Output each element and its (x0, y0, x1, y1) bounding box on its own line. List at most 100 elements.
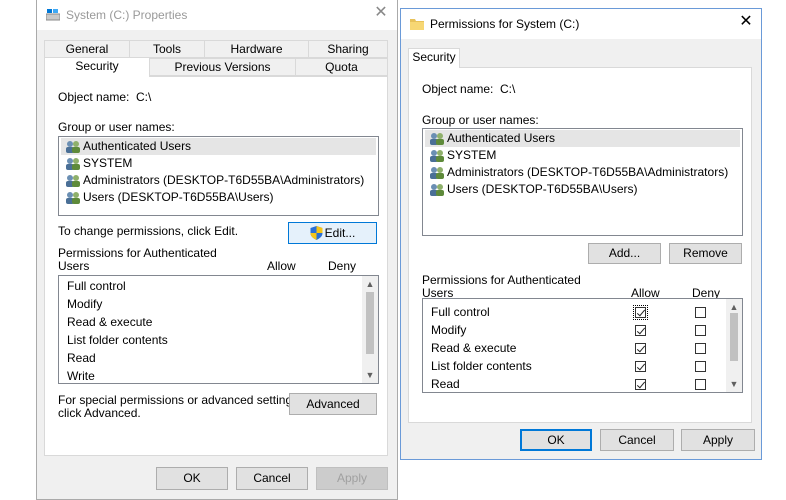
tab-security[interactable]: Security (44, 57, 150, 77)
full-control-allow-checkbox[interactable] (633, 305, 648, 320)
list-item[interactable]: Authenticated Users (61, 138, 376, 155)
list-item[interactable]: SYSTEM (425, 147, 740, 164)
user-name: Users (DESKTOP-T6D55BA\Users) (83, 190, 274, 204)
read-execute-allow-checkbox[interactable] (635, 343, 646, 354)
users-icon (430, 184, 444, 196)
permission-row: List folder contents (431, 359, 532, 373)
remove-button[interactable]: Remove (669, 243, 742, 264)
users-icon (66, 158, 80, 170)
perm-header-line2: Users (58, 259, 90, 273)
security-panel: Object name: C:\ Group or user names: Au… (408, 67, 752, 423)
tab-general[interactable]: General (44, 40, 130, 58)
scroll-down-icon[interactable]: ▼ (727, 378, 741, 390)
shield-icon (310, 226, 323, 240)
apply-button[interactable]: Apply (681, 429, 755, 451)
special-hint-line2: click Advanced. (58, 406, 141, 420)
cancel-button[interactable]: Cancel (600, 429, 674, 451)
user-name: Administrators (DESKTOP-T6D55BA\Administ… (447, 165, 729, 179)
user-name: SYSTEM (447, 148, 497, 162)
read-execute-deny-checkbox[interactable] (695, 343, 706, 354)
user-name: Authenticated Users (447, 131, 556, 145)
permission-row: Modify (67, 297, 103, 311)
add-button[interactable]: Add... (588, 243, 661, 264)
drive-icon (46, 9, 60, 21)
permission-row: Full control (67, 279, 126, 293)
object-name-value: C:\ (136, 90, 152, 104)
object-name-label: Object name: (58, 90, 130, 104)
permissions-titlebar[interactable]: Permissions for System (C:) ✕ (401, 9, 761, 39)
read-deny-checkbox[interactable] (695, 379, 706, 390)
deny-header: Deny (328, 259, 357, 273)
security-panel: Object name: C:\ Group or user names: Au… (44, 76, 388, 456)
modify-allow-checkbox[interactable] (635, 325, 646, 336)
user-name: Administrators (DESKTOP-T6D55BA\Administ… (83, 173, 365, 187)
object-name-value: C:\ (500, 82, 516, 96)
permission-row: Read (67, 351, 96, 365)
users-icon (430, 133, 444, 145)
properties-close-icon[interactable]: ✕ (371, 4, 391, 22)
group-label: Group or user names: (58, 120, 175, 134)
users-icon (66, 192, 80, 204)
tab-sharing[interactable]: Sharing (308, 40, 388, 58)
tab-tools[interactable]: Tools (129, 40, 205, 58)
tab-security[interactable]: Security (408, 48, 460, 68)
list-item[interactable]: Administrators (DESKTOP-T6D55BA\Administ… (61, 172, 376, 189)
advanced-button[interactable]: Advanced (289, 393, 377, 415)
permission-row: Full control (431, 305, 490, 319)
permissions-title: Permissions for System (C:) (430, 17, 580, 31)
apply-button[interactable]: Apply (316, 467, 388, 490)
user-name: Users (DESKTOP-T6D55BA\Users) (447, 182, 638, 196)
tab-previous-versions[interactable]: Previous Versions (149, 58, 296, 76)
list-item[interactable]: Users (DESKTOP-T6D55BA\Users) (425, 181, 740, 198)
users-icon (66, 141, 80, 153)
permission-row: Read & execute (67, 315, 153, 329)
list-item[interactable]: Users (DESKTOP-T6D55BA\Users) (61, 189, 376, 206)
object-name-label: Object name: (422, 82, 494, 96)
list-folder-allow-checkbox[interactable] (635, 361, 646, 372)
group-label: Group or user names: (422, 113, 539, 127)
modify-deny-checkbox[interactable] (695, 325, 706, 336)
cancel-button[interactable]: Cancel (236, 467, 308, 490)
permission-list[interactable]: Full control Modify Read & execute List … (58, 275, 379, 384)
permissions-close-icon[interactable]: ✕ (736, 13, 756, 31)
special-hint-line1: For special permissions or advanced sett… (58, 393, 302, 407)
user-name: Authenticated Users (83, 139, 192, 153)
perm-header-line1: Permissions for Authenticated (58, 246, 217, 260)
full-control-deny-checkbox[interactable] (695, 307, 706, 318)
list-item[interactable]: SYSTEM (61, 155, 376, 172)
permissions-window: Permissions for System (C:) ✕ Security O… (400, 8, 762, 460)
user-name: SYSTEM (83, 156, 133, 170)
scroll-up-icon[interactable]: ▲ (363, 278, 377, 290)
list-item[interactable]: Administrators (DESKTOP-T6D55BA\Administ… (425, 164, 740, 181)
edit-button-label: Edit... (324, 226, 356, 240)
change-hint: To change permissions, click Edit. (58, 224, 239, 238)
permission-row: Read & execute (431, 341, 517, 355)
scroll-down-icon[interactable]: ▼ (363, 369, 377, 381)
user-list[interactable]: Authenticated Users SYSTEM Administrator… (58, 136, 379, 216)
tab-quota[interactable]: Quota (295, 58, 388, 76)
tab-hardware[interactable]: Hardware (204, 40, 309, 58)
properties-titlebar[interactable]: System (C:) Properties ✕ (37, 0, 397, 30)
scroll-thumb[interactable] (730, 313, 738, 361)
permission-row: Modify (431, 323, 467, 337)
permission-scrollbar[interactable]: ▲ ▼ (726, 299, 742, 392)
permission-row: Read (431, 377, 460, 391)
folder-icon (410, 19, 424, 30)
ok-button[interactable]: OK (520, 429, 592, 451)
users-icon (66, 175, 80, 187)
user-list[interactable]: Authenticated Users SYSTEM Administrator… (422, 128, 743, 236)
permission-row: Write (67, 369, 95, 383)
scroll-thumb[interactable] (366, 292, 374, 354)
properties-title: System (C:) Properties (66, 8, 188, 22)
permission-list[interactable]: Full control Modify Read & execute List … (422, 298, 743, 393)
scroll-up-icon[interactable]: ▲ (727, 301, 741, 313)
list-item[interactable]: Authenticated Users (425, 130, 740, 147)
ok-button[interactable]: OK (156, 467, 228, 490)
permission-scrollbar[interactable]: ▲ ▼ (362, 276, 378, 383)
permission-row: List folder contents (67, 333, 168, 347)
edit-button[interactable]: Edit... (288, 222, 377, 244)
perm-header-line1: Permissions for Authenticated (422, 273, 581, 287)
list-folder-deny-checkbox[interactable] (695, 361, 706, 372)
read-allow-checkbox[interactable] (635, 379, 646, 390)
properties-window: System (C:) Properties ✕ General Tools H… (36, 0, 398, 500)
